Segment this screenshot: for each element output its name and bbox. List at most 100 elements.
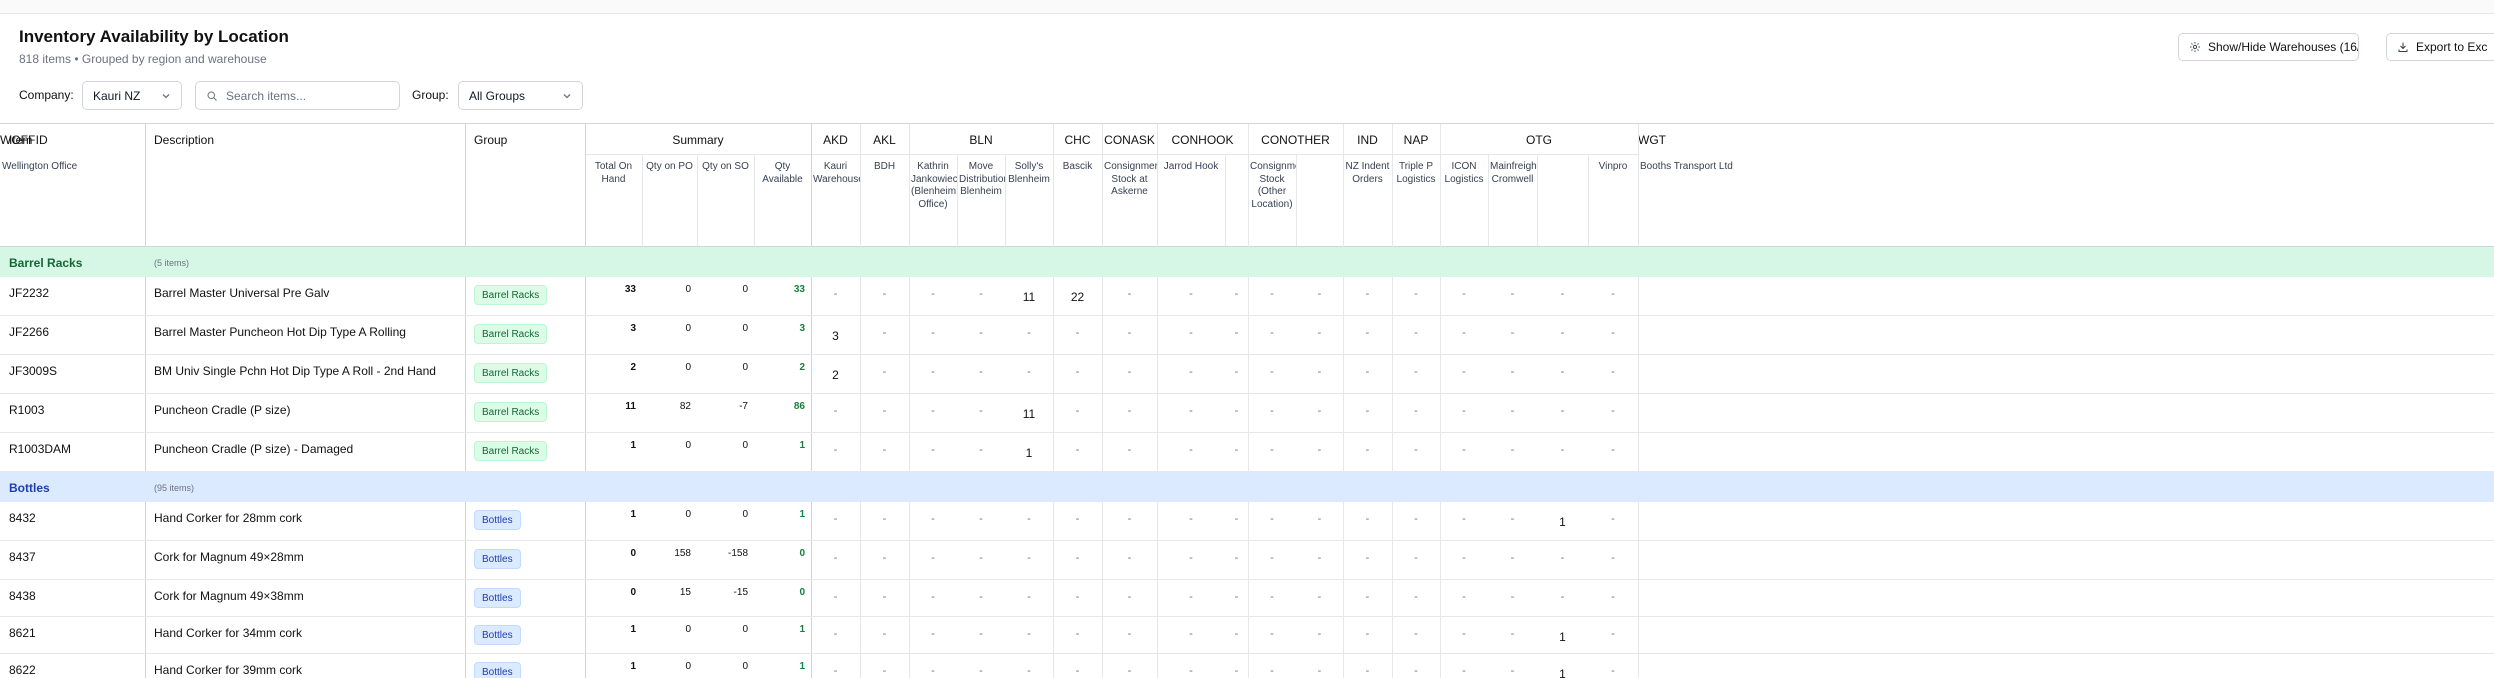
- col-header-warehouse-sub: Kauri Warehouse: [813, 161, 860, 185]
- summary-on-hand: 0: [630, 548, 636, 559]
- warehouse-qty: -: [979, 665, 983, 677]
- warehouse-qty: -: [833, 552, 838, 564]
- group-select[interactable]: All Groups: [458, 81, 583, 110]
- group-badge: Barrel Racks: [474, 402, 548, 422]
- warehouse-qty: -: [1234, 665, 1239, 677]
- item-id[interactable]: 8622: [9, 663, 36, 677]
- warehouse-qty: -: [1075, 628, 1080, 640]
- col-header-summary-sub: Total On Hand: [594, 161, 633, 185]
- col-header-warehouse-ind: IND: [1357, 133, 1378, 147]
- warehouse-qty: -: [1365, 327, 1370, 339]
- warehouse-qty: -: [1127, 366, 1132, 378]
- summary-po: 0: [685, 440, 691, 451]
- group-name[interactable]: Bottles: [9, 481, 50, 495]
- row-divider: [0, 354, 2494, 355]
- col-header-warehouse-sub: Move Distribution Blenheim: [959, 161, 1005, 197]
- inventory-table: Item ID Description Group Summary Total On H…: [0, 123, 2494, 678]
- summary-avail: 3: [799, 323, 805, 334]
- group-name[interactable]: Barrel Racks: [9, 256, 82, 270]
- warehouse-qty: -: [1317, 366, 1322, 378]
- header-group-divider: [811, 154, 860, 155]
- export-button[interactable]: Export to Exc: [2386, 33, 2494, 61]
- warehouse-qty: -: [1234, 513, 1239, 525]
- warehouse-qty: -: [1127, 513, 1132, 525]
- item-id[interactable]: R1003: [9, 403, 44, 417]
- warehouse-qty: -: [882, 327, 887, 339]
- warehouse-qty: -: [1270, 444, 1274, 456]
- row-divider: [0, 393, 2494, 394]
- summary-on-hand: 1: [630, 624, 636, 635]
- warehouse-qty: -: [1075, 405, 1080, 417]
- col-header-warehouse-sub: Kathrin Jankowiec (Blenheim Office): [911, 161, 957, 210]
- warehouse-qty: -: [931, 405, 935, 417]
- column-divider: [642, 154, 643, 246]
- warehouse-qty: -: [1127, 665, 1132, 677]
- summary-so: 0: [742, 323, 748, 334]
- warehouse-qty: -: [1317, 665, 1322, 677]
- summary-po: 0: [685, 362, 691, 373]
- company-select[interactable]: Kauri NZ: [82, 81, 182, 110]
- warehouse-qty: -: [1075, 665, 1080, 677]
- col-header-warehouse-sub: BDH: [873, 161, 896, 172]
- col-header-description[interactable]: Description: [154, 133, 214, 147]
- summary-so: -15: [733, 587, 748, 598]
- summary-po: 0: [685, 284, 691, 295]
- item-id[interactable]: R1003DAM: [9, 442, 71, 456]
- item-description: Hand Corker for 34mm cork: [154, 626, 303, 640]
- search-input[interactable]: [226, 88, 376, 103]
- item-id[interactable]: JF2232: [9, 286, 49, 300]
- warehouse-qty: -: [1365, 366, 1370, 378]
- warehouse-qty: -: [882, 628, 887, 640]
- warehouse-qty: -: [1365, 628, 1370, 640]
- warehouse-qty: -: [1365, 552, 1370, 564]
- summary-po: 158: [674, 548, 691, 559]
- group-label: Group:: [412, 88, 449, 102]
- show-hide-warehouses-button[interactable]: Show/Hide Warehouses (16/16): [2178, 33, 2359, 61]
- warehouse-qty: 2: [832, 368, 839, 382]
- header-group-divider: [909, 154, 1053, 155]
- summary-on-hand: 0: [630, 587, 636, 598]
- top-bar: [0, 0, 2494, 14]
- warehouse-qty: -: [882, 288, 887, 300]
- item-id[interactable]: 8621: [9, 626, 36, 640]
- summary-so: 0: [742, 284, 748, 295]
- col-header-group[interactable]: Group: [474, 133, 507, 147]
- warehouse-qty: -: [1414, 366, 1418, 378]
- warehouse-qty: -: [931, 327, 935, 339]
- item-description: Puncheon Cradle (P size) - Damaged: [154, 442, 354, 456]
- warehouse-qty: -: [833, 513, 838, 525]
- warehouse-qty: -: [1414, 327, 1418, 339]
- warehouse-qty: -: [1414, 513, 1418, 525]
- group-badge: Bottles: [474, 662, 521, 678]
- column-divider: [465, 124, 466, 678]
- item-id[interactable]: 8437: [9, 550, 36, 564]
- row-divider: [0, 315, 2494, 316]
- warehouse-qty: -: [979, 288, 983, 300]
- item-id[interactable]: JF3009S: [9, 364, 57, 378]
- warehouse-qty: -: [1270, 288, 1274, 300]
- warehouse-qty: -: [1365, 513, 1370, 525]
- warehouse-qty: -: [1317, 444, 1322, 456]
- summary-so: 0: [742, 440, 748, 451]
- warehouse-qty: -: [1462, 444, 1466, 456]
- item-id[interactable]: 8438: [9, 589, 36, 603]
- col-header-warehouse-bln: BLN: [969, 133, 993, 147]
- item-id[interactable]: JF2266: [9, 325, 49, 339]
- summary-po: 0: [685, 661, 691, 672]
- col-header-summary-sub: Qty Available: [762, 161, 803, 185]
- warehouse-qty: -: [1075, 366, 1080, 378]
- item-id[interactable]: 8432: [9, 511, 36, 525]
- column-divider: [957, 154, 958, 246]
- item-description: Puncheon Cradle (P size): [154, 403, 291, 417]
- warehouse-qty: 11: [1022, 407, 1036, 421]
- warehouse-qty: -: [1317, 327, 1322, 339]
- warehouse-qty: -: [931, 665, 935, 677]
- warehouse-qty: -: [931, 513, 935, 525]
- warehouse-qty: 1: [1559, 515, 1566, 529]
- warehouse-qty: -: [1189, 288, 1193, 300]
- warehouse-qty: -: [1611, 552, 1615, 564]
- warehouse-qty: -: [882, 366, 887, 378]
- warehouse-qty: -: [1510, 327, 1515, 339]
- summary-avail: 1: [799, 440, 805, 451]
- group-badge: Barrel Racks: [474, 285, 548, 305]
